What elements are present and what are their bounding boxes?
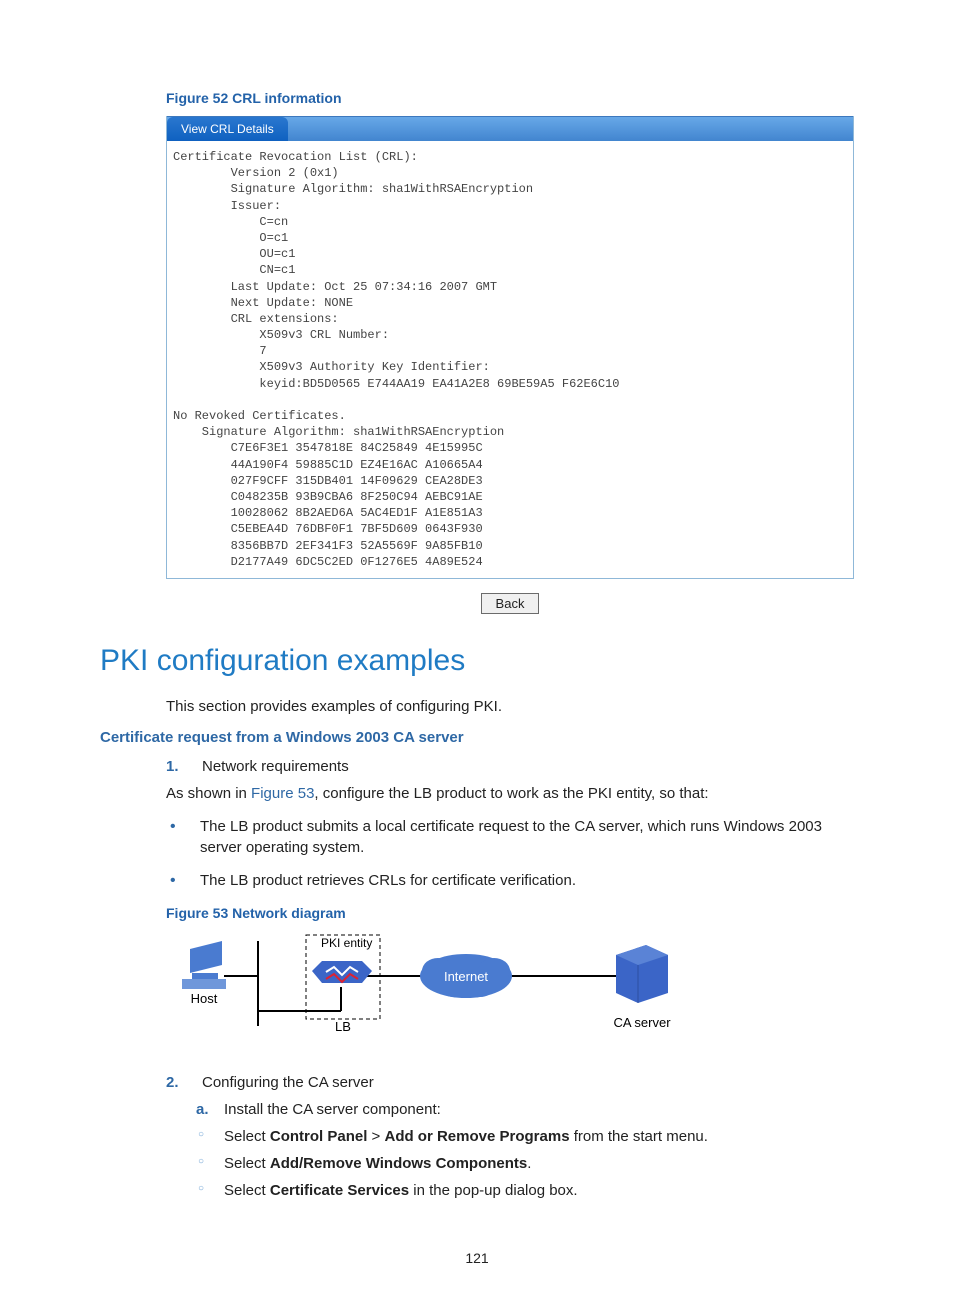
substep-3: Select Certificate Services in the pop-u… [196, 1182, 854, 1199]
figure-53-link[interactable]: Figure 53 [251, 785, 314, 802]
figure-53-caption: Figure 53 Network diagram [166, 905, 854, 921]
step-2a-letter: a. [196, 1101, 209, 1118]
figure-52-caption: Figure 52 CRL information [166, 90, 854, 106]
host-icon [182, 941, 226, 989]
step-2-label: Configuring the CA server [202, 1074, 374, 1091]
network-diagram: Host PKI entity LB Internet [166, 931, 854, 1046]
lb-icon [312, 961, 372, 983]
internet-label: Internet [444, 969, 488, 984]
step-2-number: 2. [166, 1074, 202, 1091]
step-1-label: Network requirements [202, 758, 349, 775]
ca-server-icon [616, 945, 668, 1003]
bold-text: Certificate Services [270, 1182, 409, 1199]
crl-body: Certificate Revocation List (CRL): Versi… [167, 141, 853, 578]
text-fragment: As shown in [166, 785, 251, 802]
as-shown-paragraph: As shown in Figure 53, configure the LB … [166, 785, 854, 802]
intro-paragraph: This section provides examples of config… [166, 698, 854, 715]
text-fragment: Select [224, 1128, 270, 1145]
bullet-item-2: The LB product retrieves CRLs for certif… [166, 870, 854, 891]
crl-text: Certificate Revocation List (CRL): Versi… [173, 149, 845, 570]
text-fragment: > [367, 1128, 384, 1145]
text-fragment: Select [224, 1155, 270, 1172]
view-crl-details-tab[interactable]: View CRL Details [167, 117, 288, 141]
substep-2: Select Add/Remove Windows Components. [196, 1155, 854, 1172]
substep-1: Select Control Panel > Add or Remove Pro… [196, 1128, 854, 1145]
host-label: Host [191, 991, 218, 1006]
bullet-item-1: The LB product submits a local certifica… [166, 816, 854, 858]
bold-text: Add or Remove Programs [384, 1128, 569, 1145]
text-fragment: in the pop-up dialog box. [409, 1182, 577, 1199]
subheading-cert-request: Certificate request from a Windows 2003 … [100, 729, 854, 746]
pki-entity-label: PKI entity [321, 936, 372, 950]
bold-text: Add/Remove Windows Components [270, 1155, 527, 1172]
back-button[interactable]: Back [481, 593, 540, 614]
bold-text: Control Panel [270, 1128, 368, 1145]
step-1-number: 1. [166, 758, 202, 775]
text-fragment: from the start menu. [570, 1128, 708, 1145]
step-2a: a. Install the CA server component: [196, 1101, 854, 1118]
panel-tab-bar: View CRL Details [167, 116, 853, 141]
lb-label: LB [335, 1019, 351, 1034]
step-2a-text: Install the CA server component: [224, 1101, 441, 1118]
section-title: PKI configuration examples [100, 644, 854, 678]
text-fragment: Select [224, 1182, 270, 1199]
crl-details-panel: View CRL Details Certificate Revocation … [166, 116, 854, 579]
text-fragment: , configure the LB product to work as th… [314, 785, 708, 802]
page-number: 121 [100, 1250, 854, 1266]
ca-server-label: CA server [613, 1015, 671, 1030]
text-fragment: . [527, 1155, 531, 1172]
